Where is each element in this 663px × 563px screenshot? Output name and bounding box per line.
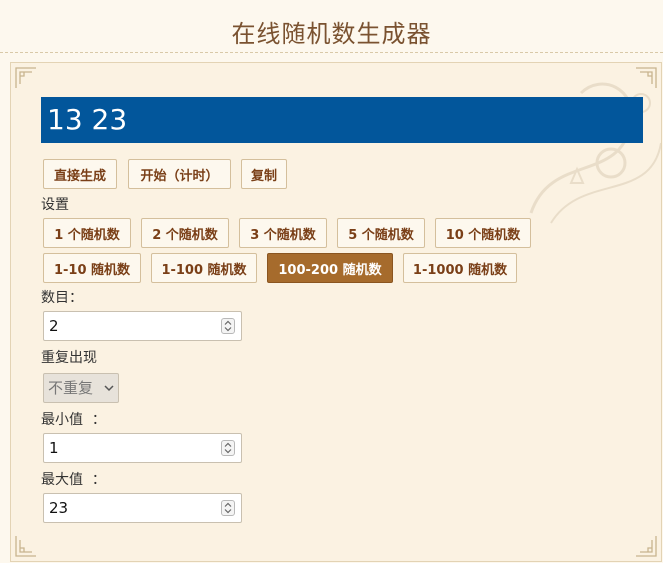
max-label: 最大值 ：	[41, 472, 106, 488]
preset-count-10-button[interactable]: 10 个随机数	[435, 218, 531, 248]
count-input[interactable]: 2	[43, 311, 242, 341]
settings-label: 设置	[41, 197, 69, 213]
direct-generate-button[interactable]: 直接生成	[43, 159, 117, 189]
preset-count-5-button[interactable]: 5 个随机数	[337, 218, 425, 248]
min-label: 最小值 ：	[41, 412, 106, 428]
preset-range-1-100-button[interactable]: 1-100 随机数	[151, 253, 257, 283]
count-value: 2	[49, 317, 59, 335]
preset-count-2-button[interactable]: 2 个随机数	[141, 218, 229, 248]
repeat-label: 重复出现	[41, 350, 97, 366]
copy-button[interactable]: 复制	[241, 159, 287, 189]
ornament-corner-icon	[15, 67, 37, 89]
ornament-corner-icon	[15, 535, 37, 557]
page-title: 在线随机数生成器	[231, 20, 432, 48]
max-input[interactable]: 23	[43, 493, 242, 523]
chevron-down-icon	[104, 385, 114, 392]
repeat-select[interactable]: 不重复	[43, 373, 119, 403]
max-value: 23	[49, 499, 69, 517]
preset-count-3-button[interactable]: 3 个随机数	[239, 218, 327, 248]
result-display: 13 23	[41, 97, 643, 143]
title-bar: 在线随机数生成器	[0, 0, 663, 53]
spinner-arrows-icon[interactable]	[221, 318, 235, 334]
preset-range-1-10-button[interactable]: 1-10 随机数	[43, 253, 141, 283]
preset-range-100-200-button[interactable]: 100-200 随机数	[267, 253, 393, 283]
spinner-arrows-icon[interactable]	[221, 500, 235, 516]
generator-panel: 13 23 直接生成 开始（计时） 复制 设置 1 个随机数 2 个随机数 3 …	[10, 62, 662, 562]
min-input[interactable]: 1	[43, 433, 242, 463]
start-timed-button[interactable]: 开始（计时）	[128, 159, 231, 189]
ornament-corner-icon	[635, 535, 657, 557]
count-label: 数目：	[41, 290, 83, 306]
spinner-arrows-icon[interactable]	[221, 440, 235, 456]
min-value: 1	[49, 439, 59, 457]
decorative-numbers-icon	[529, 82, 661, 224]
preset-count-1-button[interactable]: 1 个随机数	[43, 218, 131, 248]
preset-range-1-1000-button[interactable]: 1-1000 随机数	[403, 253, 517, 283]
repeat-value: 不重复	[48, 379, 94, 397]
